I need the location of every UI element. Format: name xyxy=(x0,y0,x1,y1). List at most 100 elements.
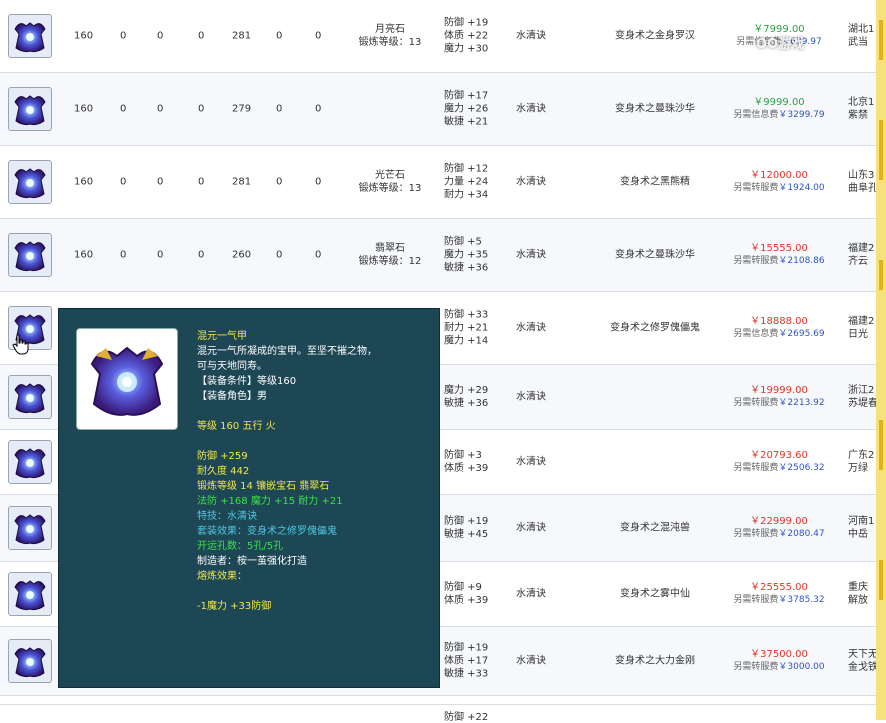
server-cell[interactable]: 北京1 紫禁 xyxy=(848,96,874,122)
watermark-logo: OO游戏 xyxy=(756,37,805,52)
price: ￥20793.60 xyxy=(750,450,808,461)
equipment-icon[interactable] xyxy=(8,506,52,550)
server-cell[interactable]: 广东2 万绿 xyxy=(848,449,874,475)
fee-value: ￥2506.32 xyxy=(778,463,825,473)
server-cell[interactable]: 天下无 金戈铁 xyxy=(848,648,878,674)
attr-line: 耐力 +34 xyxy=(444,189,489,201)
equipment-icon[interactable] xyxy=(8,572,52,616)
stat-cell: 0 xyxy=(276,176,283,188)
attributes-cell: 防御 +19 体质 +22 魔力 +30 xyxy=(444,17,488,56)
item-set-effect: 套装效果：变身术之修罗傀儡鬼 xyxy=(197,526,337,537)
server-region: 北京1 xyxy=(848,97,875,108)
fee-label: 另需信息费 xyxy=(733,110,779,120)
table-row[interactable]: 160 0 0 0 281 0 0 月亮石 锻炼等级：13 防御 +19 体质 +… xyxy=(0,0,876,73)
equipment-icon[interactable] xyxy=(8,375,52,419)
gem-cell: 翡翠石 锻炼等级：12 xyxy=(345,242,435,268)
table-row-partial: 防御 +22 xyxy=(0,704,876,723)
fee-label: 另需转服费 xyxy=(733,183,779,193)
stat-cell: 0 xyxy=(198,176,205,188)
skill-cell: 水清诀 xyxy=(516,522,546,534)
item-durability: 耐久度 442 xyxy=(197,466,250,477)
attr-line: 敏捷 +33 xyxy=(444,668,489,680)
server-region: 福建2 xyxy=(848,243,875,254)
gem-name: 月亮石 xyxy=(375,24,405,35)
skill-cell: 水清诀 xyxy=(516,456,546,468)
server-name: 日光 xyxy=(848,329,868,340)
attr-line: 防御 +19 xyxy=(444,642,489,654)
server-name: 武当 xyxy=(848,37,868,48)
attr-line: 敏捷 +45 xyxy=(444,529,489,540)
defense-cell: 281 xyxy=(232,176,252,188)
fee-label: 另需转服费 xyxy=(733,595,779,605)
skill-cell: 水清诀 xyxy=(516,249,546,261)
gem-forge-level: 锻炼等级：12 xyxy=(358,256,422,267)
stat-cell: 0 xyxy=(120,176,127,188)
fee-label: 另需转服费 xyxy=(733,256,779,266)
table-row[interactable]: 160 0 0 0 281 0 0 光芒石 锻炼等级：13 防御 +12 力量 +… xyxy=(0,146,878,219)
fee-label: 另需转服费 xyxy=(733,398,779,408)
skill-cell: 水清诀 xyxy=(516,655,546,667)
server-cell[interactable]: 湖北1 武当 xyxy=(848,23,874,49)
server-name: 金戈铁 xyxy=(848,662,878,673)
defense-cell: 279 xyxy=(232,103,252,115)
price-cell: ￥25555.00 另需转服费￥3785.32 xyxy=(724,581,834,607)
price-cell: ￥37500.00 另需转服费￥3000.00 xyxy=(724,648,834,674)
equipment-icon[interactable] xyxy=(8,233,52,277)
level-cell: 160 xyxy=(74,103,94,115)
equipment-icon[interactable] xyxy=(8,639,52,683)
server-cell[interactable]: 福建2 齐云 xyxy=(848,242,874,268)
equipment-icon[interactable] xyxy=(8,440,52,484)
equipment-icon[interactable] xyxy=(8,87,52,131)
table-row[interactable]: 160 0 0 0 260 0 0 翡翠石 锻炼等级：12 防御 +5 魔力 +3… xyxy=(0,219,876,292)
price: ￥12000.00 xyxy=(750,170,808,181)
server-region: 浙江2 xyxy=(848,385,875,396)
server-cell[interactable]: 山东3 曲阜孔 xyxy=(848,169,878,195)
server-cell[interactable]: 浙江2 苏堤春 xyxy=(848,384,878,410)
fee-line: 另需转服费￥2506.32 xyxy=(724,462,834,475)
fee-value: ￥3000.00 xyxy=(778,662,825,672)
server-name: 齐云 xyxy=(848,256,868,267)
item-name: 混元一气甲 xyxy=(197,331,247,342)
attributes-cell: 防御 +3 体质 +39 xyxy=(444,449,488,475)
fee-value: ￥2108.86 xyxy=(778,256,825,266)
item-skill: 特技：水清诀 xyxy=(197,511,257,522)
attr-line: 敏捷 +21 xyxy=(444,116,489,128)
attributes-cell: 防御 +12 力量 +24 耐力 +34 xyxy=(444,163,488,202)
stat-cell: 0 xyxy=(198,249,205,261)
server-region: 重庆 xyxy=(848,582,868,593)
fee-value: ￥3785.32 xyxy=(778,595,825,605)
stat-cell: 0 xyxy=(157,176,164,188)
equipment-icon[interactable] xyxy=(8,160,52,204)
gem-forge-level: 锻炼等级：13 xyxy=(358,183,422,194)
attr-line: 体质 +22 xyxy=(444,30,489,42)
item-refine-title: 熔炼效果： xyxy=(197,571,247,582)
attr-line: 魔力 +35 xyxy=(444,249,489,261)
attr-line: 体质 +39 xyxy=(444,463,489,474)
item-defense: 防御 +259 xyxy=(197,451,248,462)
stat-cell: 0 xyxy=(315,103,322,115)
price-cell: ￥9999.00 另需信息费￥3299.79 xyxy=(724,96,834,122)
stat-cell: 0 xyxy=(198,30,205,42)
price: ￥22999.00 xyxy=(750,516,808,527)
fee-value: ￥1924.00 xyxy=(778,183,825,193)
price-cell: ￥22999.00 另需转服费￥2080.47 xyxy=(724,515,834,541)
fee-line: 另需转服费￥2108.86 xyxy=(724,255,834,268)
item-tooltip: 混元一气甲 混元一气所凝成的宝甲。至坚不摧之物， 可与天地同寿。 【装备条件】等… xyxy=(58,308,440,688)
stat-cell: 0 xyxy=(315,249,322,261)
table-row[interactable]: 160 0 0 0 279 0 0 防御 +17 魔力 +26 敏捷 +21 水清诀… xyxy=(0,73,876,146)
stat-cell: 0 xyxy=(276,103,283,115)
server-cell[interactable]: 河南1 中岳 xyxy=(848,515,874,541)
skill-cell: 水清诀 xyxy=(516,391,546,403)
server-cell[interactable]: 重庆 解放 xyxy=(848,581,868,607)
fee-line: 另需信息费￥3299.79 xyxy=(724,109,834,122)
equipment-icon[interactable] xyxy=(8,14,52,58)
item-refine: -1魔力 +33防御 xyxy=(197,601,272,612)
server-region: 湖北1 xyxy=(848,24,875,35)
server-name: 曲阜孔 xyxy=(848,183,878,194)
attributes-cell: 防御 +17 魔力 +26 敏捷 +21 xyxy=(444,90,488,129)
stat-cell: 0 xyxy=(157,249,164,261)
fee-line: 另需转服费￥3000.00 xyxy=(724,661,834,674)
attr-line: 体质 +17 xyxy=(444,655,489,667)
server-cell[interactable]: 福建2 日光 xyxy=(848,315,874,341)
set-effect-cell: 变身术之金身罗汉 xyxy=(615,30,695,42)
